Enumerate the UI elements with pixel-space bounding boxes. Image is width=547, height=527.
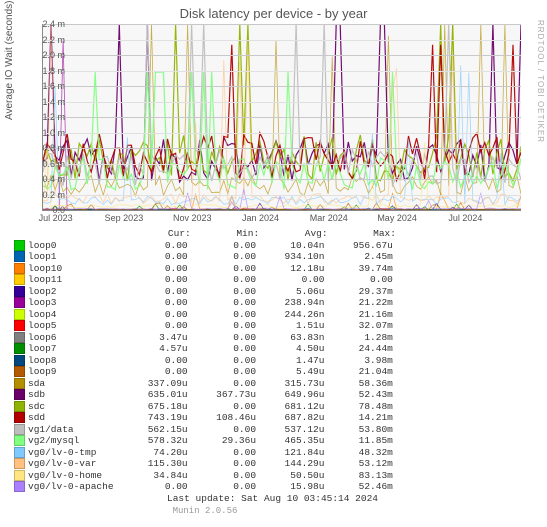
legend-swatch [14,366,25,377]
legend-row: loop0 0.00 0.00 10.04n 956.67u [14,240,396,252]
legend-swatch [14,297,25,308]
y-tick: 0.4 m [42,174,65,184]
legend-row: sdd 743.19u 108.46u 687.82u 14.21m [14,412,396,424]
legend-row: vg2/mysql 578.32u 29.36u 465.35u 11.85m [14,435,396,447]
legend-row: loop5 0.00 0.00 1.51u 32.07m [14,320,396,332]
legend-swatch [14,447,25,458]
chart-container: Disk latency per device - by year Averag… [0,0,547,527]
legend-row: vg0/lv-0-tmp 74.20u 0.00 121.84u 48.32m [14,447,396,459]
y-tick: 1.4 m [42,97,65,107]
legend-swatch [14,240,25,251]
legend-row: loop7 4.57u 0.00 4.50u 24.44m [14,343,396,355]
x-tick: Jul 2024 [448,213,482,223]
legend-swatch [14,332,25,343]
x-tick: Sep 2023 [105,213,144,223]
rrdtool-credit: RRDTOOL / TOBI OETIKER [536,20,545,143]
y-tick: 1.2 m [42,112,65,122]
plot-area [42,24,521,211]
legend-row: sdb 635.01u 367.73u 649.96u 52.43m [14,389,396,401]
legend-swatch [14,458,25,469]
y-tick: 1.8 m [42,66,65,76]
legend-row: loop10 0.00 0.00 12.18u 39.74m [14,263,396,275]
y-tick: 2.2 m [42,35,65,45]
legend-swatch [14,378,25,389]
legend-row: loop3 0.00 0.00 238.94n 21.22m [14,297,396,309]
legend-swatch [14,309,25,320]
legend-swatch [14,263,25,274]
x-tick: Jan 2024 [242,213,279,223]
y-axis-label: Average IO Wait (seconds) [4,1,15,121]
x-tick: Jul 2023 [39,213,73,223]
legend-swatch [14,286,25,297]
legend-swatch [14,412,25,423]
legend-swatch [14,470,25,481]
legend-table: Cur: Min: Avg: Max:loop0 0.00 0.00 10.04… [14,228,396,518]
legend-swatch [14,435,25,446]
legend-swatch [14,274,25,285]
y-tick: 0.2 m [42,190,65,200]
footer-credit: Munin 2.0.56 [14,506,396,518]
legend-row: loop2 0.00 0.00 5.06u 29.37m [14,286,396,298]
legend-row: loop6 3.47u 0.00 63.83n 1.28m [14,332,396,344]
y-tick: 2.0 m [42,50,65,60]
legend-swatch [14,424,25,435]
legend-swatch [14,481,25,492]
last-update: Last update: Sat Aug 10 03:45:14 2024 [14,493,396,505]
y-tick: 1.6 m [42,81,65,91]
chart-title: Disk latency per device - by year [0,0,547,21]
legend-row: loop8 0.00 0.00 1.47u 3.98m [14,355,396,367]
legend-swatch [14,401,25,412]
legend-row: vg0/lv-0-home 34.84u 0.00 50.50u 83.13m [14,470,396,482]
legend-swatch [14,343,25,354]
y-tick: 0.6 m [42,159,65,169]
legend-row: vg1/data 562.15u 0.00 537.12u 53.80m [14,424,396,436]
x-tick: Mar 2024 [310,213,348,223]
legend-row: loop11 0.00 0.00 0.00 0.00 [14,274,396,286]
legend-row: sda 337.09u 0.00 315.73u 58.36m [14,378,396,390]
x-tick: May 2024 [377,213,417,223]
legend-row: sdc 675.18u 0.00 681.12u 78.48m [14,401,396,413]
legend-row: loop9 0.00 0.00 5.49u 21.04m [14,366,396,378]
legend-row: loop4 0.00 0.00 244.26n 21.16m [14,309,396,321]
legend-swatch [14,251,25,262]
legend-row: vg0/lv-0-var 115.30u 0.00 144.29u 53.12m [14,458,396,470]
legend-row: vg0/lv-0-apache 0.00 0.00 15.98u 52.46m [14,481,396,493]
legend-swatch [14,389,25,400]
y-tick: 2.4 m [42,19,65,29]
legend-header: Cur: Min: Avg: Max: [14,228,396,240]
y-tick: 1.0 m [42,128,65,138]
x-tick: Nov 2023 [173,213,212,223]
legend-row: loop1 0.00 0.00 934.10n 2.45m [14,251,396,263]
legend-swatch [14,355,25,366]
y-tick: 0.8 m [42,143,65,153]
legend-swatch [14,320,25,331]
